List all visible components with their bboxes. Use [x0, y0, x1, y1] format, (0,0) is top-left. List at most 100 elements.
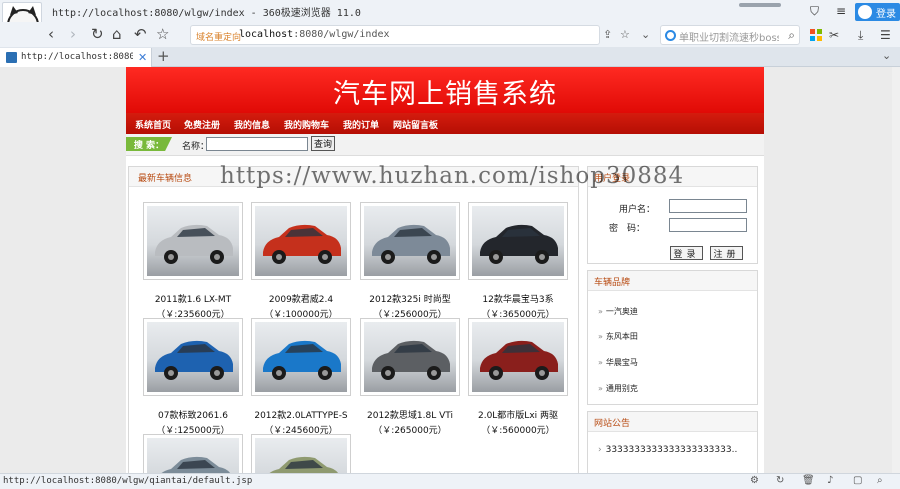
car-name[interactable]: 07款标致2061.6	[143, 408, 243, 421]
tab-list-chevron-icon[interactable]: ⌄	[882, 49, 891, 62]
home-icon[interactable]: ⌂	[112, 26, 122, 42]
dropdown-icon[interactable]: ⌄	[641, 28, 650, 41]
car-name[interactable]: 2.0L都市版Lxi 两驱	[468, 408, 568, 421]
sync-icon[interactable]: ↻	[776, 475, 784, 486]
car-image[interactable]	[251, 318, 351, 396]
browser-navbar: ‹ › ↻ ⌂ ↶ ☆ 域名重定向 localhost:8080/wlgw/in…	[0, 22, 900, 47]
notice-item[interactable]: › 3333333333333333333333..	[598, 445, 737, 455]
cloud-icon	[858, 5, 872, 19]
apps-grid-icon[interactable]	[810, 29, 822, 41]
search-name-input[interactable]	[206, 137, 308, 151]
close-tab-icon[interactable]: ✕	[138, 51, 147, 64]
menu-home[interactable]: 系统首页	[135, 118, 171, 131]
menu-register[interactable]: 免费注册	[184, 118, 220, 131]
arrow-icon: »	[598, 307, 603, 316]
address-path: :8080/wlgw/index	[293, 29, 390, 40]
search-tag: 搜 索：	[126, 137, 172, 151]
search-name-label: 名称：	[182, 142, 210, 152]
notices-heading: 网站公告	[588, 412, 757, 432]
menu-icon[interactable]: ☰	[880, 28, 891, 42]
password-input[interactable]	[669, 218, 747, 232]
car-image[interactable]	[143, 434, 243, 473]
menu-my-info[interactable]: 我的信息	[234, 118, 270, 131]
brand-item[interactable]: » 华晨宝马	[598, 357, 638, 368]
car-photo-5	[255, 322, 347, 392]
car-photo-2	[364, 206, 456, 276]
site-searchbar: 搜 索： 名称： 查询	[126, 134, 764, 156]
car-name[interactable]: 2012款思域1.8L VTi	[360, 408, 460, 421]
new-tab-icon[interactable]: +	[157, 47, 170, 65]
car-name[interactable]: 2012款325i 时尚型	[360, 292, 460, 305]
search-engine-icon	[665, 30, 676, 41]
car-item[interactable]	[143, 434, 243, 473]
car-item[interactable]: 2012款思域1.8L VTi （￥:265000元）	[360, 318, 460, 436]
zoom-icon[interactable]: ⌕	[877, 475, 883, 486]
tools-icon[interactable]: ⚙	[750, 475, 759, 486]
car-name[interactable]: 2009款君威2.4	[251, 292, 351, 305]
favicon-icon	[6, 52, 17, 63]
window-icon[interactable]: ▢	[853, 475, 862, 486]
car-photo-8	[147, 438, 239, 473]
car-image[interactable]	[143, 202, 243, 280]
download-icon[interactable]: ⤓	[858, 28, 863, 43]
trash-icon[interactable]: 🗑	[802, 475, 815, 486]
title-progress-bar	[739, 3, 781, 7]
site-menu: 系统首页 免费注册 我的信息 我的购物车 我的订单 网站留言板	[126, 113, 764, 134]
address-host: localhost	[239, 29, 294, 40]
car-price: （￥:265000元）	[373, 426, 447, 436]
brand-item[interactable]: » 通用别克	[598, 383, 638, 394]
car-item[interactable]: 2011款1.6 LX-MT （￥:235600元）	[143, 202, 243, 320]
browser-search-box[interactable]: 单职业切割流速秒boss ⌕	[660, 25, 800, 45]
speaker-icon[interactable]: ♪	[827, 475, 833, 486]
menu-my-cart[interactable]: 我的购物车	[284, 118, 329, 131]
page-viewport: 汽车网上销售系统 系统首页 免费注册 我的信息 我的购物车 我的订单 网站留言板…	[0, 67, 900, 473]
page-scrollbar[interactable]	[892, 67, 900, 473]
car-image[interactable]	[468, 202, 568, 280]
car-item[interactable]	[251, 434, 351, 473]
menu-guestbook[interactable]: 网站留言板	[393, 118, 438, 131]
car-name[interactable]: 2011款1.6 LX-MT	[143, 292, 243, 305]
shirt-icon[interactable]: ⛉	[810, 4, 819, 19]
minimize-menu-icon[interactable]: ≡	[836, 4, 846, 18]
car-image[interactable]	[251, 434, 351, 473]
car-image[interactable]	[143, 318, 243, 396]
brand-item[interactable]: » 一汽奥迪	[598, 306, 638, 317]
car-item[interactable]: 2012款325i 时尚型 （￥:256000元）	[360, 202, 460, 320]
brands-panel: 车辆品牌 » 一汽奥迪 » 东风本田 » 华晨宝马 » 通用别克	[587, 270, 758, 405]
brand-label: 华晨宝马	[605, 358, 638, 367]
tab-active[interactable]: http://localhost:8080/wlgw/i ✕	[0, 48, 152, 67]
search-submit-button[interactable]: 查询	[311, 136, 335, 151]
bookmark-star-icon[interactable]: ☆	[620, 28, 630, 41]
forward-icon[interactable]: ›	[70, 26, 76, 42]
refresh-icon[interactable]: ↻	[91, 26, 104, 42]
scissors-icon[interactable]: ✂	[829, 28, 839, 42]
car-item[interactable]: 2012款2.0LATTYPE-S （￥:245600元）	[251, 318, 351, 436]
brand-label: 东风本田	[605, 332, 638, 341]
undo-icon[interactable]: ↶	[134, 26, 147, 42]
car-image[interactable]	[360, 202, 460, 280]
username-input[interactable]	[669, 199, 747, 213]
status-url: http://localhost:8080/wlgw/qiantai/defau…	[3, 476, 253, 486]
car-item[interactable]: 2009款君威2.4 （￥:100000元）	[251, 202, 351, 320]
tab-strip: http://localhost:8080/wlgw/i ✕ + ⌄	[0, 47, 900, 67]
car-item[interactable]: 12款华晨宝马3系 （￥:365000元）	[468, 202, 568, 320]
search-icon[interactable]: ⌕	[788, 28, 795, 43]
back-icon[interactable]: ‹	[48, 26, 54, 42]
address-bar[interactable]: 域名重定向 localhost:8080/wlgw/index	[190, 25, 600, 45]
brand-item[interactable]: » 东风本田	[598, 331, 638, 342]
car-image[interactable]	[251, 202, 351, 280]
car-photo-1	[255, 206, 347, 276]
car-item[interactable]: 2.0L都市版Lxi 两驱 （￥:560000元）	[468, 318, 568, 436]
menu-my-orders[interactable]: 我的订单	[343, 118, 379, 131]
car-item[interactable]: 07款标致2061.6 （￥:125000元）	[143, 318, 243, 436]
star-icon[interactable]: ☆	[156, 26, 169, 42]
car-name[interactable]: 12款华晨宝马3系	[468, 292, 568, 305]
register-button[interactable]: 注册	[710, 246, 743, 260]
share-icon[interactable]: ⇪	[603, 28, 612, 41]
car-name[interactable]: 2012款2.0LATTYPE-S	[251, 408, 351, 421]
login-button[interactable]: 登录	[670, 246, 703, 260]
browser-login-button[interactable]: 登录	[855, 3, 900, 21]
car-image[interactable]	[468, 318, 568, 396]
car-image[interactable]	[360, 318, 460, 396]
password-label: 密 码：	[609, 224, 646, 234]
